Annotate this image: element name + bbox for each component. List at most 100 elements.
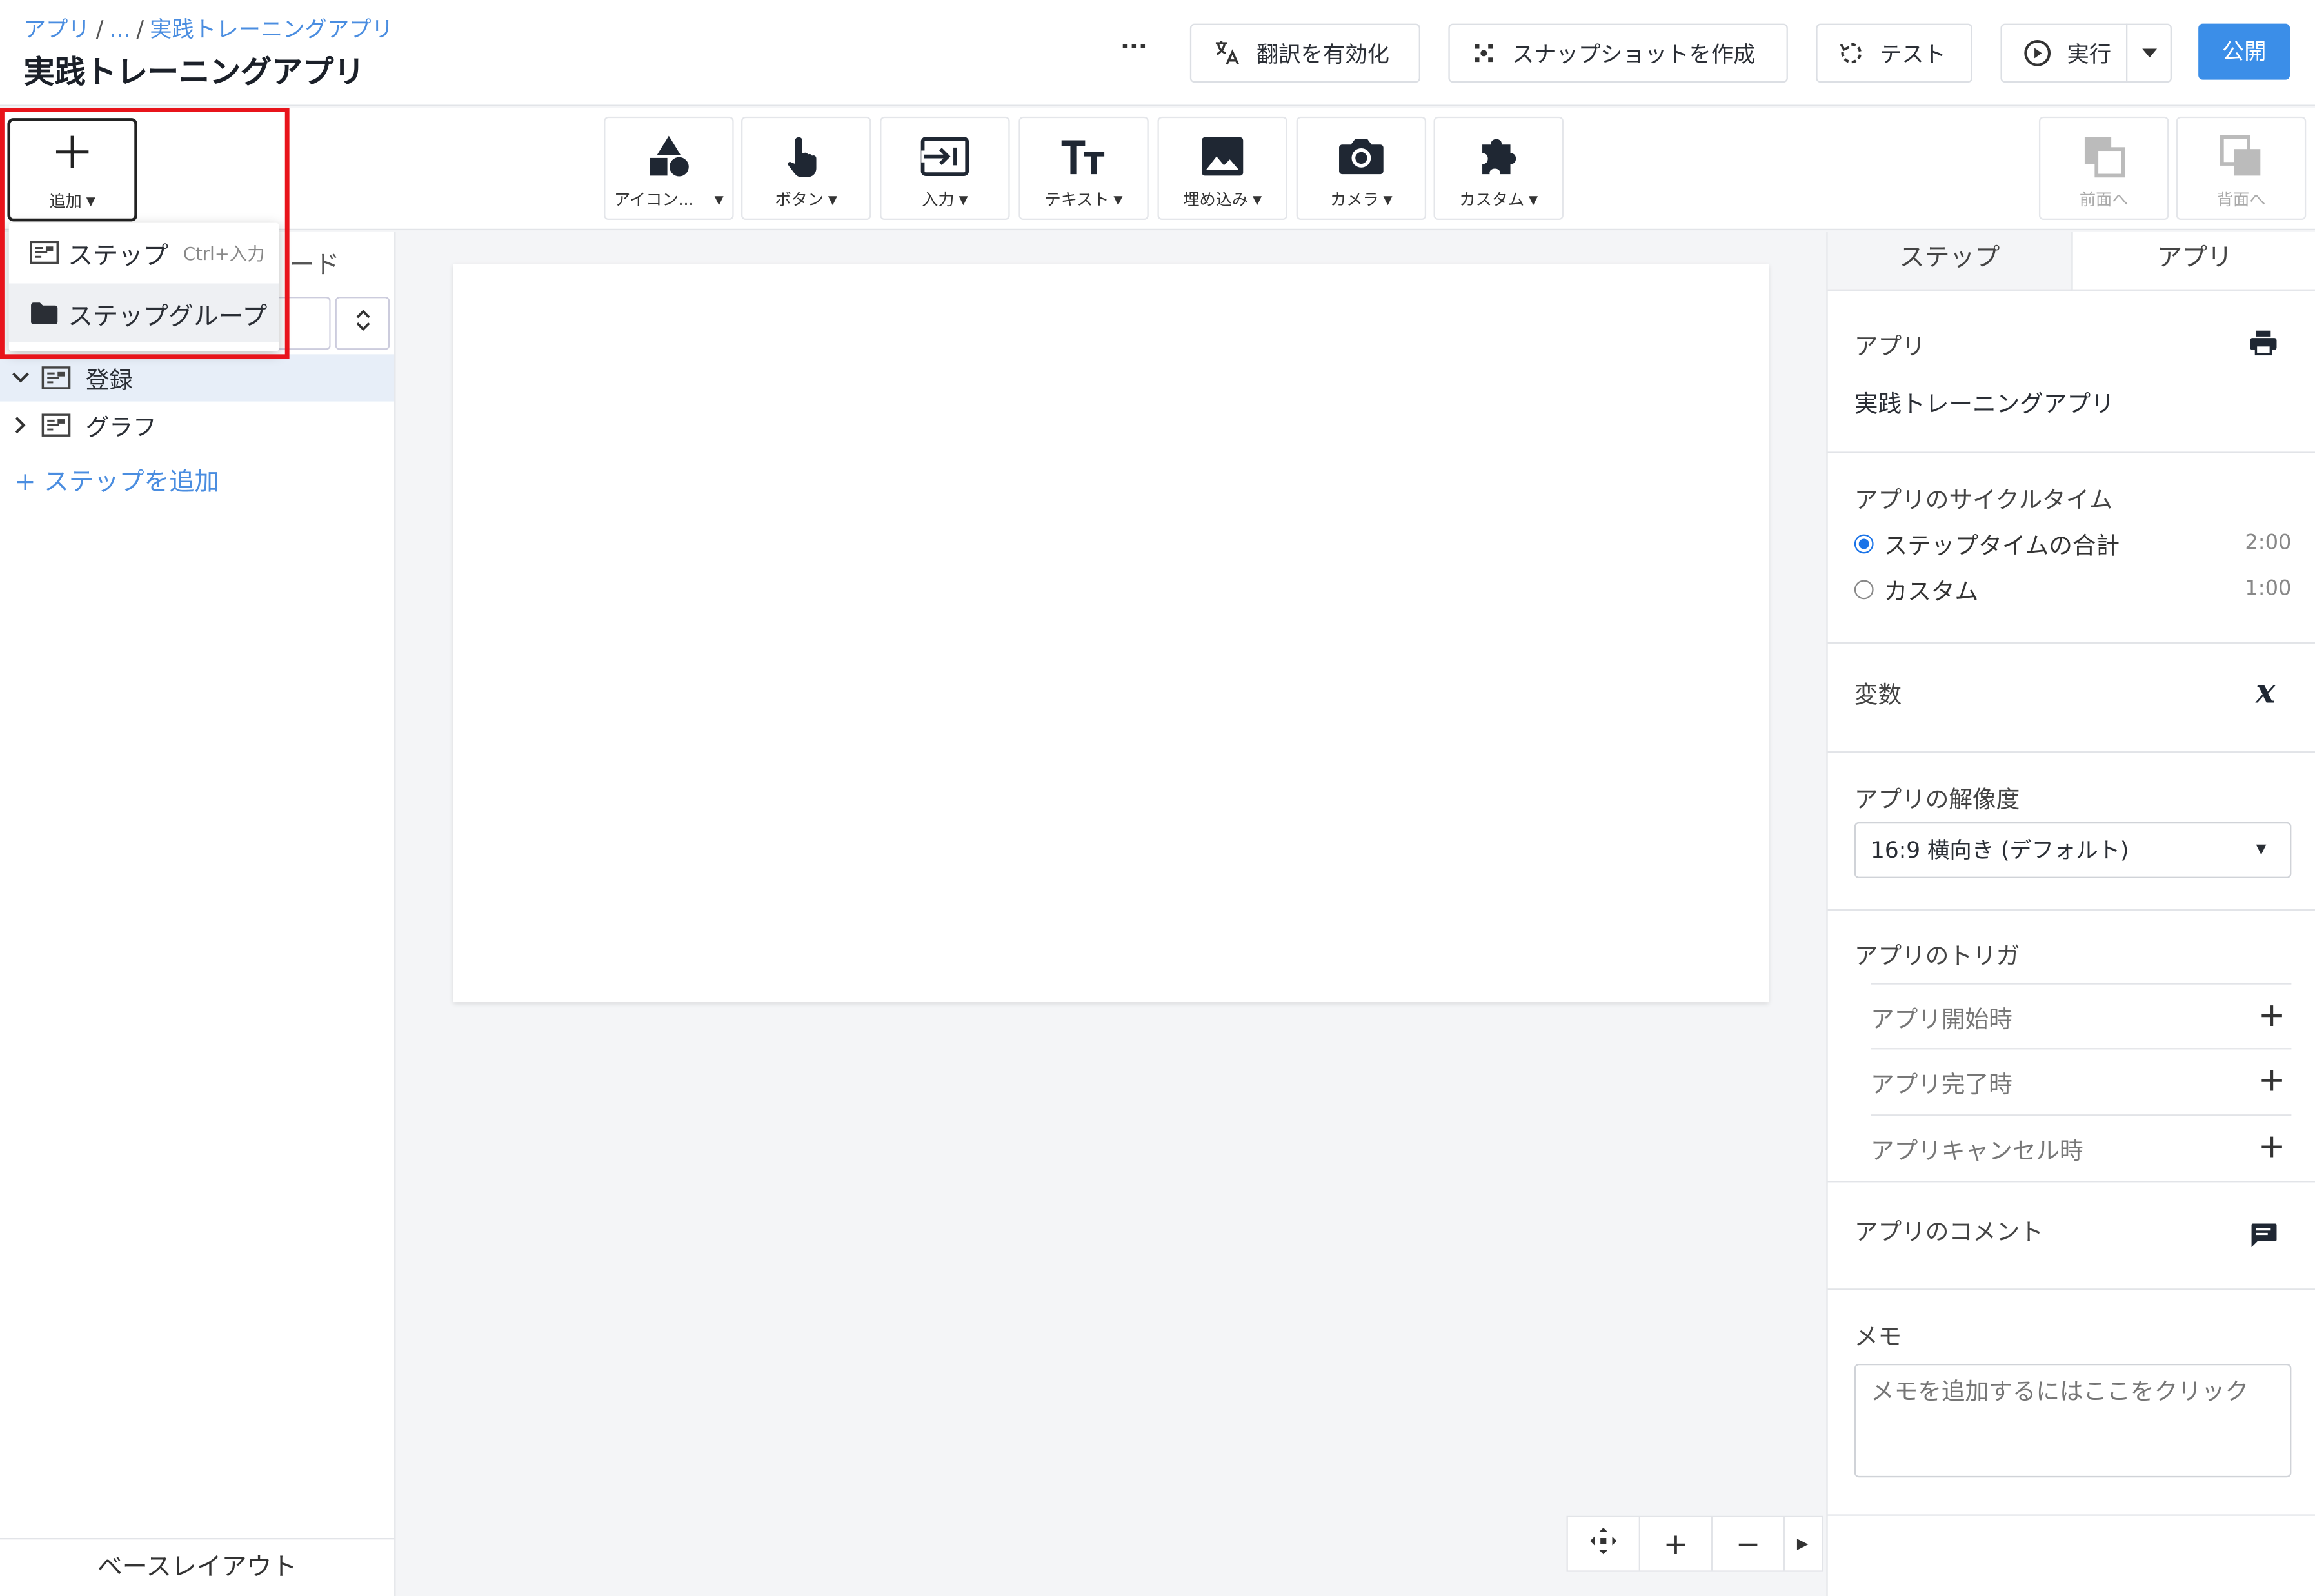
left-panel-tab-partial[interactable]: ード (290, 244, 340, 281)
send-to-back-button[interactable]: 背面へ (2176, 116, 2307, 221)
enable-translation-button[interactable]: 翻訳を有効化 (1189, 23, 1420, 83)
puzzle-icon (1435, 133, 1562, 180)
image-icon (1159, 133, 1286, 180)
send-back-icon (2178, 133, 2305, 180)
tab-app[interactable]: アプリ (2072, 232, 2315, 291)
tool-input[interactable]: 入力 ▼ (880, 116, 1010, 221)
step-canvas[interactable] (453, 264, 1769, 1003)
memo-textarea[interactable] (1854, 1363, 2292, 1478)
test-label: テスト (1879, 40, 1946, 68)
tool-text[interactable]: テキスト ▼ (1018, 116, 1149, 221)
tool-label-custom: カスタム (1459, 190, 1525, 210)
create-snapshot-label: スナップショットを作成 (1511, 40, 1756, 68)
more-menu-button[interactable]: ··· (1110, 35, 1157, 69)
tree-step-row[interactable]: グラフ (0, 402, 394, 449)
run-button[interactable]: 実行 (2000, 23, 2172, 83)
breadcrumb-item-ellipsis[interactable]: ... (110, 16, 131, 43)
app-section-label: アプリ (1854, 332, 1925, 360)
breadcrumb-item-apps[interactable]: アプリ (24, 16, 90, 43)
trigger-app-cancel[interactable]: アプリキャンセル時 + (1871, 1114, 2292, 1179)
zoom-expand-button[interactable]: ▶ (1785, 1517, 1820, 1570)
cycle-time-label: アプリのサイクルタイム (1854, 486, 2113, 514)
menu-item-step[interactable]: ステップ Ctrl+入力 (9, 223, 279, 282)
cycle-option-label: カスタム (1883, 576, 1979, 606)
bring-to-front-button[interactable]: 前面へ (2038, 116, 2169, 221)
variable-x-icon[interactable]: x (2256, 673, 2275, 712)
cycle-option-time: 1:00 (2245, 576, 2292, 601)
plus-icon[interactable]: + (2258, 1063, 2285, 1099)
variables-label: 変数 (1854, 680, 1902, 709)
test-button[interactable]: テスト (1816, 23, 1972, 83)
plus-icon[interactable]: + (2258, 1129, 2285, 1166)
tool-label-input: 入力 (922, 190, 955, 210)
sort-icon (355, 307, 370, 339)
tree-step-row[interactable]: 登録 (0, 354, 395, 402)
resolution-value: 16:9 横向き (デフォルト) (1871, 836, 2129, 864)
tool-label-button: ボタン (775, 190, 824, 210)
plus-icon[interactable]: + (2258, 998, 2285, 1034)
zoom-in-button[interactable]: + (1640, 1517, 1713, 1571)
chevron-down-icon[interactable] (0, 372, 41, 384)
tool-button[interactable]: ボタン ▼ (741, 116, 871, 221)
enable-translation-label: 翻訳を有効化 (1256, 40, 1389, 68)
widget-toolbar: 追加 ▼ アイコン... ▼ ボタン ▼ 入力 ▼ テキスト ▼ 埋め込み ▼ … (0, 108, 2315, 231)
trigger-app-start[interactable]: アプリ開始時 + (1871, 983, 2292, 1048)
trigger-app-complete[interactable]: アプリ完了時 + (1871, 1048, 2292, 1113)
memo-section: メモ (1827, 1290, 2315, 1516)
tool-label-text: テキスト (1044, 190, 1109, 210)
triggers-section: アプリのトリガ アプリ開始時 + アプリ完了時 + アプリキャンセル時 + (1827, 911, 2315, 1183)
step-icon (30, 241, 59, 264)
resolution-select[interactable]: 16:9 横向き (デフォルト) ▼ (1854, 822, 2292, 878)
create-snapshot-button[interactable]: スナップショットを作成 (1448, 23, 1788, 83)
folder-icon (30, 301, 59, 325)
shapes-icon (605, 133, 732, 180)
pointer-hand-icon (742, 133, 869, 180)
cycle-option-label: ステップタイムの合計 (1883, 531, 2120, 560)
tree-step-label: グラフ (85, 413, 157, 442)
tool-icon-shapes[interactable]: アイコン... ▼ (604, 116, 734, 221)
cycle-time-option-sum[interactable]: ステップタイムの合計 2:00 (1854, 527, 2292, 560)
tool-camera[interactable]: カメラ ▼ (1296, 116, 1427, 221)
test-icon (1838, 40, 1865, 66)
tool-label-embed: 埋め込み (1183, 190, 1249, 210)
breadcrumb-item-current[interactable]: 実践トレーニングアプリ (150, 16, 393, 43)
minus-icon: − (1735, 1526, 1761, 1562)
zoom-controls: + − ▶ (1566, 1515, 1823, 1572)
move-arrows-icon (1589, 1526, 1618, 1562)
right-panel: ステップ アプリ アプリ 実践トレーニングアプリ アプリのサイクルタイム ステッ… (1826, 232, 2315, 1596)
comment-icon[interactable] (2249, 1222, 2278, 1254)
print-icon[interactable] (2249, 329, 2278, 361)
sort-button[interactable] (335, 297, 390, 350)
add-button[interactable]: 追加 ▼ (7, 118, 137, 222)
cycle-option-time: 2:00 (2245, 531, 2292, 555)
menu-item-step-group[interactable]: ステップグループ (8, 283, 279, 343)
breadcrumb: アプリ /... / 実践トレーニングアプリ (23, 16, 393, 43)
tab-step[interactable]: ステップ (1827, 232, 2073, 291)
run-options-caret-icon[interactable] (2126, 23, 2158, 83)
add-button-label: 追加 (49, 192, 82, 212)
step-icon (41, 366, 71, 390)
app-root: アプリ /... / 実践トレーニングアプリ 実践トレーニングアプリ ··· 翻訳を有… (0, 0, 2315, 1596)
cycle-time-option-custom[interactable]: カスタム 1:00 (1854, 573, 2292, 606)
publish-button[interactable]: 公開 (2198, 23, 2290, 80)
text-icon (1020, 133, 1148, 180)
variables-section: 変数 x (1827, 644, 2315, 753)
trigger-label: アプリ開始時 (1871, 1004, 2012, 1033)
caret-right-icon: ▶ (1796, 1535, 1809, 1552)
pan-button[interactable] (1568, 1517, 1640, 1571)
resolution-label: アプリの解像度 (1854, 785, 2020, 814)
run-label: 実行 (2067, 40, 2112, 68)
menu-item-step-label: ステップ (68, 241, 168, 271)
radio-unselected[interactable] (1854, 579, 1874, 599)
resolution-section: アプリの解像度 16:9 横向き (デフォルト) ▼ (1827, 753, 2315, 911)
snapshot-icon (1471, 40, 1497, 66)
app-name-value: 実践トレーニングアプリ (1854, 389, 2114, 418)
tool-embed[interactable]: 埋め込み ▼ (1157, 116, 1287, 221)
add-step-link[interactable]: + ステップを追加 (15, 460, 219, 498)
tool-custom[interactable]: カスタム ▼ (1433, 116, 1564, 221)
chevron-right-icon[interactable] (0, 416, 41, 434)
chevron-down-icon: ▼ (2256, 842, 2267, 858)
base-layout-button[interactable]: ベースレイアウト (0, 1538, 395, 1596)
zoom-out-button[interactable]: − (1713, 1517, 1785, 1571)
radio-selected[interactable] (1854, 533, 1874, 553)
